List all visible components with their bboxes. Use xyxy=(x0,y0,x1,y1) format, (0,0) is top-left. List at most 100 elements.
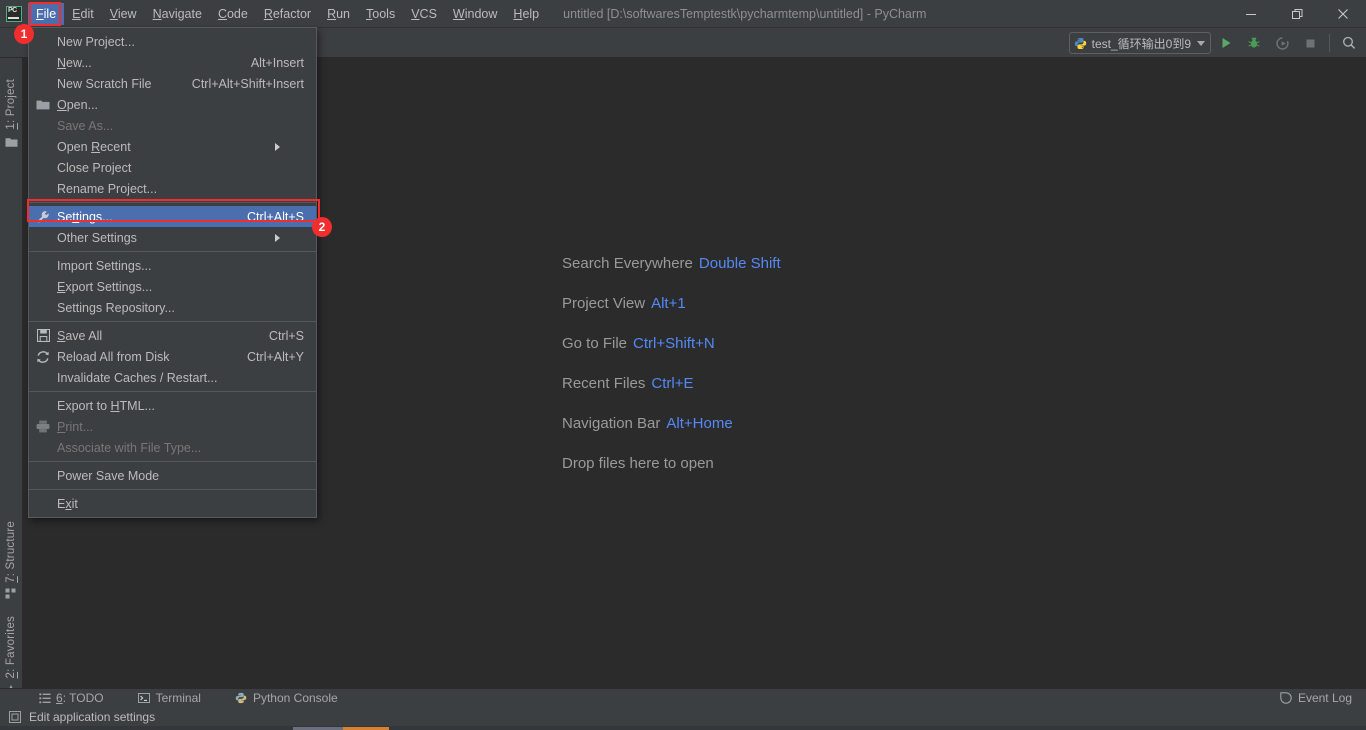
title-bar: File Edit View Navigate Code Refactor Ru… xyxy=(0,0,1366,28)
menubar-navigate-label: avigate xyxy=(162,7,202,21)
maximize-button[interactable] xyxy=(1274,0,1320,28)
menu-item-save-as: Save As... xyxy=(29,115,316,136)
reload-icon xyxy=(35,349,51,365)
menu-item-reload-all-from-disk-label: Reload All from Disk xyxy=(57,350,170,364)
save-icon xyxy=(35,328,51,344)
menubar-edit[interactable]: Edit xyxy=(64,3,102,25)
hint-label-project-view: Project View xyxy=(562,295,645,312)
menu-item-new-scratch-file[interactable]: New Scratch File Ctrl+Alt+Shift+Insert xyxy=(29,73,316,94)
bottom-item-todo[interactable]: 6: TODO xyxy=(30,689,112,707)
menu-item-print-text: rint... xyxy=(65,420,93,434)
coverage-icon xyxy=(1275,36,1290,51)
menu-item-save-all-text: ave All xyxy=(65,329,102,343)
editor-shortcut-hints: Search EverywhereDouble Shift Project Vi… xyxy=(562,255,781,473)
run-button[interactable] xyxy=(1213,30,1239,56)
menubar-tools[interactable]: Tools xyxy=(358,3,403,25)
search-everywhere-button[interactable] xyxy=(1336,30,1362,56)
menubar-refactor[interactable]: Refactor xyxy=(256,3,319,25)
sidebar-item-project[interactable]: 1: Project xyxy=(0,76,22,149)
menu-item-close-project[interactable]: Close Project xyxy=(29,157,316,178)
toolbar-run-group: test_循环输出0到9 xyxy=(1069,28,1362,58)
menu-item-new[interactable]: New... Alt+Insert xyxy=(29,52,316,73)
menu-item-reload-all-from-disk[interactable]: Reload All from Disk Ctrl+Alt+Y xyxy=(29,346,316,367)
menu-item-save-all[interactable]: Save All Ctrl+S xyxy=(29,325,316,346)
sidebar-project-mnemonic: 1 xyxy=(5,123,17,130)
menubar-view-mnemonic: V xyxy=(110,7,118,21)
run-with-coverage-button[interactable] xyxy=(1269,30,1295,56)
project-folder-icon xyxy=(4,135,18,149)
bottom-item-python-console[interactable]: Python Console xyxy=(227,689,346,707)
submenu-arrow-icon xyxy=(275,234,304,242)
hint-key-project-view: Alt+1 xyxy=(651,295,686,312)
menu-item-settings-repository[interactable]: Settings Repository... xyxy=(29,297,316,318)
menubar-view[interactable]: View xyxy=(102,3,145,25)
menu-item-export-settings-label: Export Settings... xyxy=(57,280,152,294)
menubar-refactor-label: efactor xyxy=(273,7,311,21)
menubar-file-label: ile xyxy=(44,7,57,21)
menu-item-new-text: ew... xyxy=(66,56,92,70)
menu-item-export-to-html-text2: TML... xyxy=(120,399,155,413)
menu-item-other-settings[interactable]: Other Settings xyxy=(29,227,316,248)
sidebar-item-project-label: 1: Project xyxy=(5,76,17,133)
menubar-navigate[interactable]: Navigate xyxy=(145,3,210,25)
menu-item-save-all-label: Save All xyxy=(57,329,102,343)
menu-item-rename-project[interactable]: Rename Project... xyxy=(29,178,316,199)
bottom-item-python-console-label: Python Console xyxy=(253,691,338,705)
menubar-vcs-label: CS xyxy=(420,7,437,21)
menu-item-other-settings-label: Other Settings xyxy=(57,231,137,245)
menu-item-open[interactable]: Open... xyxy=(29,94,316,115)
menubar-help[interactable]: Help xyxy=(505,3,547,25)
menu-separator-1 xyxy=(29,202,316,203)
menu-item-power-save-mode[interactable]: Power Save Mode xyxy=(29,465,316,486)
menu-item-exit[interactable]: Exit xyxy=(29,493,316,514)
bottom-item-event-log[interactable]: Event Log xyxy=(1272,689,1360,707)
menu-item-associate-with-file-type-label: Associate with File Type... xyxy=(57,441,201,455)
menubar-navigate-mnemonic: N xyxy=(153,7,162,21)
menubar-window-label: indow xyxy=(465,7,498,21)
event-log-icon xyxy=(1280,692,1293,705)
hint-label-drop-files: Drop files here to open xyxy=(562,455,714,472)
sidebar-item-favorites[interactable]: 2: Favorites xyxy=(0,613,22,698)
menubar-code[interactable]: Code xyxy=(210,3,256,25)
window-title: untitled [D:\softwaresTemptestk\pycharmt… xyxy=(563,7,926,21)
menu-item-export-to-html[interactable]: Export to HTML... xyxy=(29,395,316,416)
menu-item-open-recent[interactable]: Open Recent xyxy=(29,136,316,157)
menu-item-settings-text2: ings... xyxy=(79,210,112,224)
stop-button[interactable] xyxy=(1297,30,1323,56)
menu-item-open-mnemonic: O xyxy=(57,98,67,112)
sidebar-item-structure[interactable]: 7: Structure xyxy=(0,518,22,602)
debug-button[interactable] xyxy=(1241,30,1267,56)
window-controls xyxy=(1228,0,1366,28)
hint-key-recent-files: Ctrl+E xyxy=(651,375,693,392)
pycharm-logo-icon xyxy=(6,6,22,22)
menu-item-settings[interactable]: Settings... Ctrl+Alt+S xyxy=(29,206,316,227)
menu-item-close-project-label: Close Project xyxy=(57,161,131,175)
menubar-window[interactable]: Window xyxy=(445,3,505,25)
menubar-code-label: ode xyxy=(227,7,248,21)
menu-item-open-recent-text2: ecent xyxy=(100,140,131,154)
menu-item-settings-label: Settings... xyxy=(57,210,113,224)
menu-item-export-settings[interactable]: Export Settings... xyxy=(29,276,316,297)
menu-item-invalidate-caches-restart[interactable]: Invalidate Caches / Restart... xyxy=(29,367,316,388)
menu-item-exit-text2: it xyxy=(72,497,78,511)
menu-item-import-settings[interactable]: Import Settings... xyxy=(29,255,316,276)
bottom-item-event-log-label: Event Log xyxy=(1298,691,1352,705)
sidebar-favorites-mnemonic: 2 xyxy=(5,672,17,679)
menubar-run[interactable]: Run xyxy=(319,3,358,25)
wrench-icon xyxy=(35,209,51,225)
left-tool-stripe: 1: Project 7: Structure 2: Favorites xyxy=(0,58,23,688)
sidebar-structure-mnemonic: 7 xyxy=(5,576,17,583)
bottom-item-terminal[interactable]: Terminal xyxy=(130,689,209,707)
minimize-button[interactable] xyxy=(1228,0,1274,28)
menu-item-new-project[interactable]: New Project... xyxy=(29,31,316,52)
search-icon xyxy=(1341,35,1357,51)
play-icon xyxy=(1219,36,1233,50)
menu-item-reload-all-from-disk-accelerator: Ctrl+Alt+Y xyxy=(223,350,304,364)
run-configuration-selector[interactable]: test_循环输出0到9 xyxy=(1069,32,1211,54)
menubar-file[interactable]: File xyxy=(28,3,64,25)
menubar-vcs[interactable]: VCS xyxy=(403,3,445,25)
menu-item-print: Print... xyxy=(29,416,316,437)
close-button[interactable] xyxy=(1320,0,1366,28)
menubar-help-label: elp xyxy=(522,7,539,21)
bottom-item-todo-label: 6: TODO xyxy=(56,691,104,705)
